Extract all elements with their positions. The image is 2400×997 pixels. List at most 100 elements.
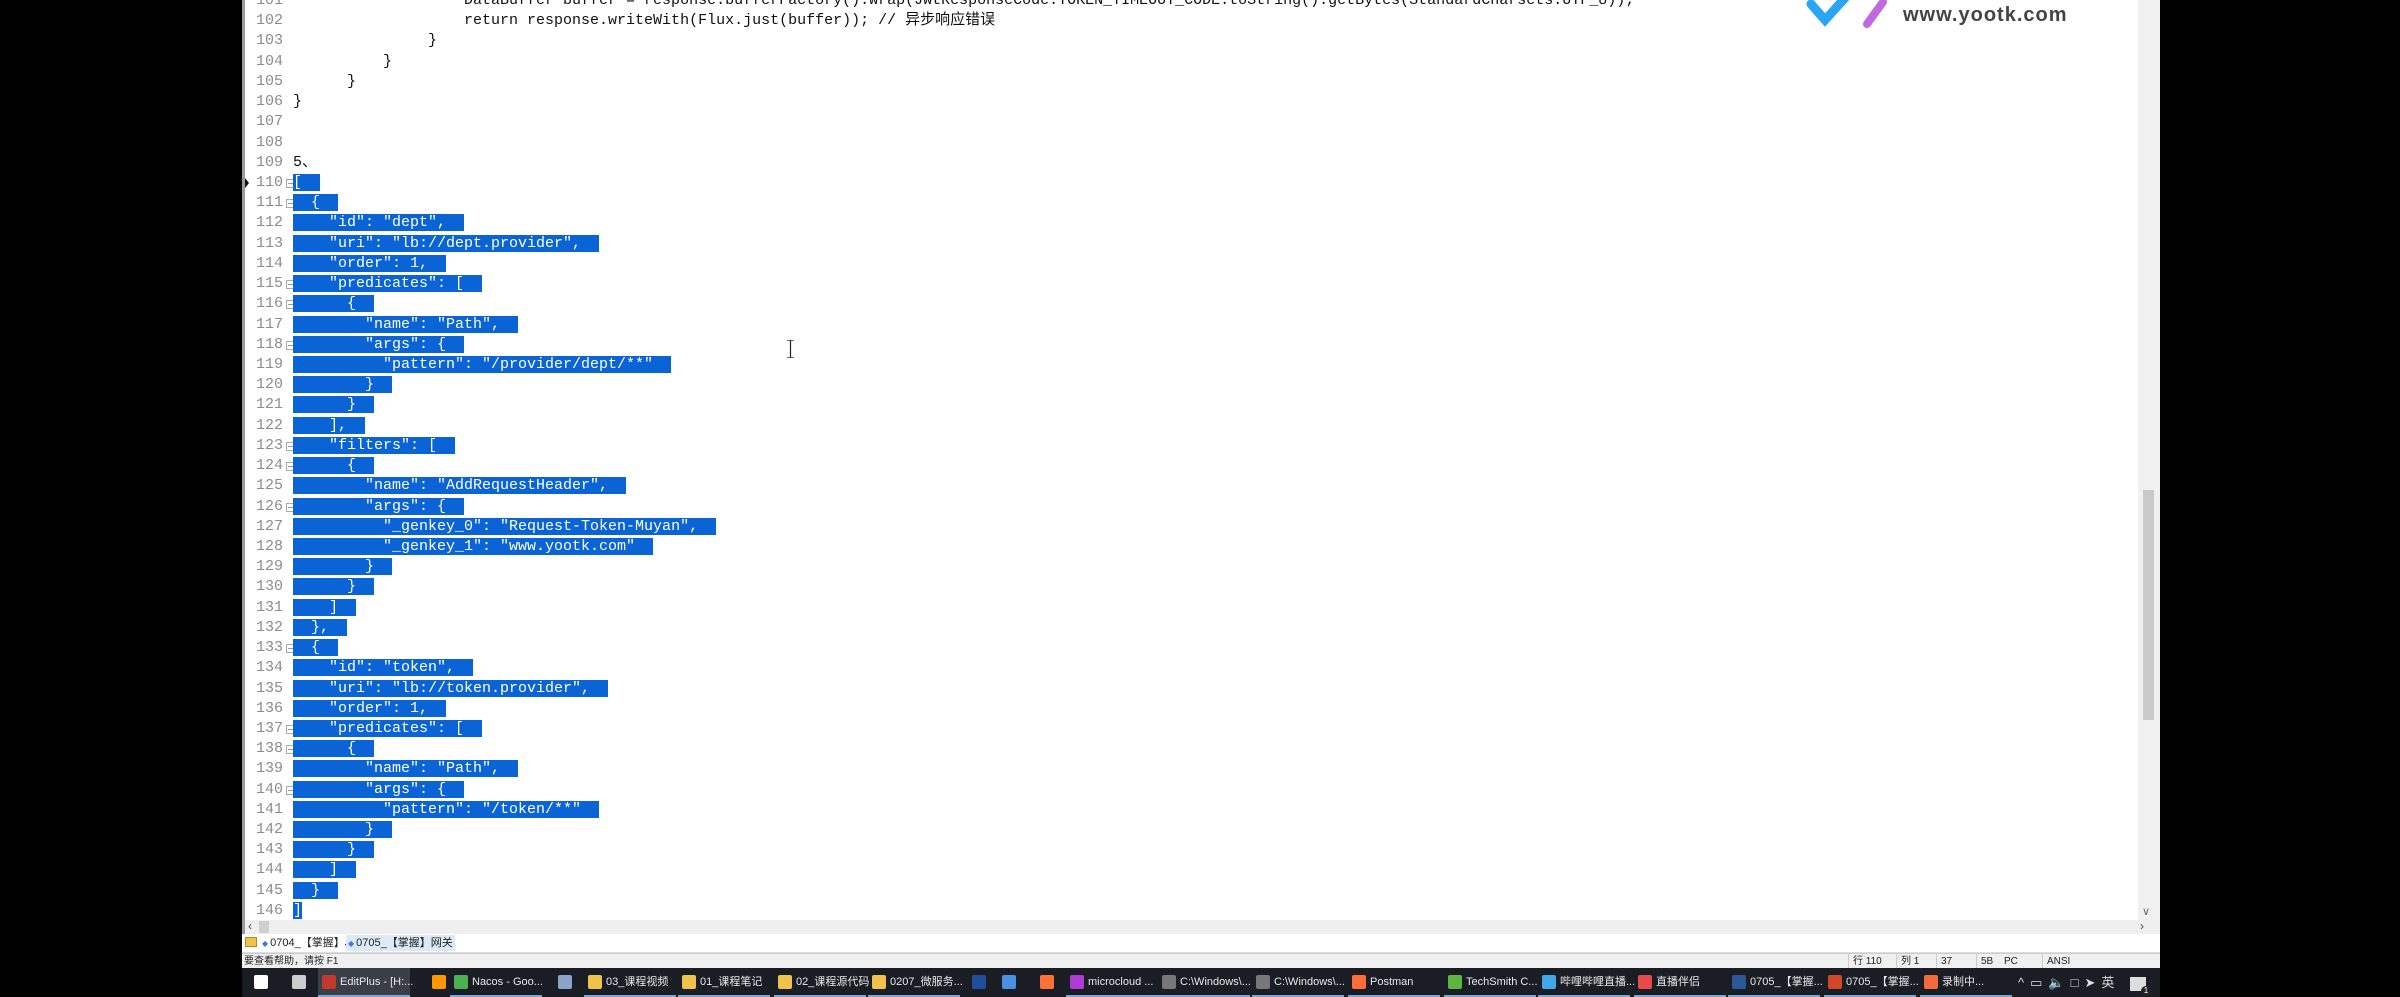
taskbar-item[interactable]: 01_课程笔记 <box>678 968 770 997</box>
horizontal-scrollbar[interactable]: ‹ › <box>242 919 2160 934</box>
notification-count: 1 <box>2141 985 2151 996</box>
code-line[interactable]: 130 } <box>245 577 2135 597</box>
vertical-scroll-thumb[interactable] <box>2143 490 2154 720</box>
taskbar-item[interactable] <box>428 968 450 997</box>
code-line[interactable]: 128 "_genkey_1": "www.yootk.com" <box>245 537 2135 557</box>
code-line[interactable]: 106} <box>245 92 2135 112</box>
code-line[interactable]: 108 <box>245 133 2135 153</box>
network-icon[interactable]: ▭ <box>2030 975 2048 990</box>
scroll-left-arrow-icon[interactable]: ‹ <box>248 919 252 933</box>
code-line[interactable]: 134 "id": "token", <box>245 658 2135 678</box>
code-line[interactable]: 110 [ <box>245 173 2135 193</box>
tab-0705-gateway[interactable]: ◆ 0705_【掌握】网关 <box>346 935 455 951</box>
code-line[interactable]: 138 { <box>245 739 2135 759</box>
notification-center-icon[interactable]: 1 <box>2130 976 2151 996</box>
taskbar-item[interactable]: Nacos - Goo... <box>450 968 543 997</box>
code-text: "pattern": "/token/**" <box>293 800 600 820</box>
code-text: } <box>293 375 393 395</box>
code-line[interactable]: 122 ], <box>245 416 2135 436</box>
folder-icon <box>682 975 696 990</box>
line-number: 146 <box>255 901 283 919</box>
code-line[interactable]: 140 "args": { <box>245 780 2135 800</box>
taskbar-item[interactable] <box>1036 968 1058 997</box>
taskbar-item[interactable] <box>288 968 310 997</box>
taskbar-item[interactable]: 03_课程视频 <box>584 968 676 997</box>
code-line[interactable]: 109 5、 <box>245 153 2135 173</box>
code-line[interactable]: 114 "order": 1, <box>245 254 2135 274</box>
taskbar-item[interactable]: C:\Windows\... <box>1158 968 1251 997</box>
line-number: 109 <box>255 153 283 171</box>
code-line[interactable]: 133 { <box>245 638 2135 658</box>
live-icon <box>1638 975 1652 990</box>
line-number: 145 <box>255 881 283 899</box>
scroll-down-arrow-icon[interactable]: ∨ <box>2142 905 2150 918</box>
code-line[interactable]: 125 "name": "AddRequestHeader", <box>245 476 2135 496</box>
code-line[interactable]: 126 "args": { <box>245 497 2135 517</box>
code-line[interactable]: 119 "pattern": "/provider/dept/**" <box>245 355 2135 375</box>
taskbar-item[interactable]: microcloud ... <box>1066 968 1158 997</box>
taskbar-item[interactable]: 0207_微服务... <box>868 968 963 997</box>
device-icon[interactable]: □ <box>2071 975 2085 990</box>
line-number: 116 <box>255 295 283 313</box>
taskbar-item[interactable]: 0705_【掌握... <box>1824 968 1919 997</box>
taskbar-item[interactable]: 录制中... <box>1920 968 2012 997</box>
scroll-right-arrow-icon[interactable]: › <box>2140 919 2144 933</box>
status-encoding: ANSI <box>2042 954 2070 969</box>
taskbar-item[interactable] <box>554 968 576 997</box>
taskbar-item[interactable] <box>998 968 1020 997</box>
code-line[interactable]: 104 } <box>245 52 2135 72</box>
code-line[interactable]: 111 { <box>245 193 2135 213</box>
taskbar-item[interactable] <box>968 968 990 997</box>
send-icon[interactable]: ➤ <box>2084 975 2101 990</box>
taskbar-item[interactable]: 哔哩哔哩直播... <box>1538 968 1635 997</box>
code-line[interactable]: 123 "filters": [ <box>245 436 2135 456</box>
ime-indicator[interactable]: 英 <box>2101 975 2120 990</box>
taskbar-item[interactable]: Postman <box>1348 968 1440 997</box>
code-line[interactable]: 121 } <box>245 395 2135 415</box>
taskbar-item[interactable]: TechSmith C... <box>1444 968 1538 997</box>
line-number: 140 <box>255 780 283 798</box>
code-line[interactable]: 115 "predicates": [ <box>245 274 2135 294</box>
code-line[interactable]: 116 { <box>245 294 2135 314</box>
code-line[interactable]: 144 ] <box>245 860 2135 880</box>
tray-chevron-icon[interactable]: ^ <box>2018 975 2030 990</box>
code-line[interactable]: 141 "pattern": "/token/**" <box>245 800 2135 820</box>
code-line[interactable]: 124 { <box>245 456 2135 476</box>
code-line[interactable]: 137 "predicates": [ <box>245 719 2135 739</box>
code-line[interactable]: 129 } <box>245 557 2135 577</box>
taskbar-item[interactable]: EditPlus - [H:... <box>318 968 413 997</box>
code-line[interactable]: 132 }, <box>245 618 2135 638</box>
code-line[interactable]: 143 } <box>245 840 2135 860</box>
vertical-scrollbar[interactable]: ∨ <box>2138 0 2160 920</box>
horizontal-scroll-thumb[interactable] <box>259 921 269 933</box>
file-dot-icon: ◆ <box>348 939 355 948</box>
code-line[interactable]: 113 "uri": "lb://dept.provider", <box>245 234 2135 254</box>
folder-icon[interactable] <box>245 937 257 947</box>
taskbar-item[interactable]: 02_课程源代码 <box>774 968 869 997</box>
code-line[interactable]: 118 "args": { <box>245 335 2135 355</box>
code-editor[interactable]: 101 DataBuffer buffer = response.bufferF… <box>242 0 2138 920</box>
code-line[interactable]: 105 } <box>245 72 2135 92</box>
code-line[interactable]: 142 } <box>245 820 2135 840</box>
line-number: 131 <box>255 598 283 616</box>
code-line[interactable]: 131 ] <box>245 598 2135 618</box>
code-line[interactable]: 117 "name": "Path", <box>245 315 2135 335</box>
taskbar-item[interactable] <box>250 968 272 997</box>
line-number: 139 <box>255 760 283 778</box>
line-number: 128 <box>255 537 283 555</box>
code-line[interactable]: 120 } <box>245 375 2135 395</box>
code-line[interactable]: 145 } <box>245 881 2135 901</box>
code-line[interactable]: 135 "uri": "lb://token.provider", <box>245 679 2135 699</box>
code-line[interactable]: 136 "order": 1, <box>245 699 2135 719</box>
code-line[interactable]: 112 "id": "dept", <box>245 213 2135 233</box>
taskbar-item[interactable]: 0705_【掌握... <box>1728 968 1823 997</box>
line-number: 137 <box>255 719 283 737</box>
taskbar-item[interactable]: 直播伴侣 <box>1634 968 1726 997</box>
code-line[interactable]: 139 "name": "Path", <box>245 759 2135 779</box>
code-line[interactable]: 107 <box>245 112 2135 132</box>
taskbar-item[interactable]: C:\Windows\... <box>1252 968 1345 997</box>
app-swirl-icon <box>1002 975 1016 990</box>
code-line[interactable]: 146] <box>245 901 2135 920</box>
volume-icon[interactable]: 🔈 <box>2048 975 2070 990</box>
code-line[interactable]: 127 "_genkey_0": "Request-Token-Muyan", <box>245 517 2135 537</box>
